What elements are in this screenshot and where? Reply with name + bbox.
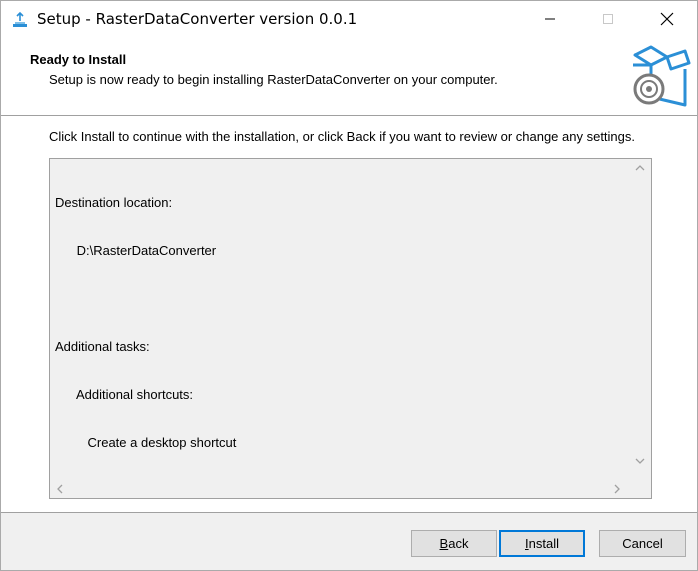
memo-line: Additional shortcuts: xyxy=(55,387,194,402)
page-subtitle: Setup is now ready to begin installing R… xyxy=(49,72,498,87)
minimize-button[interactable] xyxy=(527,1,573,39)
memo-line xyxy=(55,291,630,307)
cancel-label: Cancel xyxy=(622,536,663,551)
back-label: ack xyxy=(448,536,469,551)
scroll-down-icon[interactable] xyxy=(635,457,645,468)
back-accelerator: B xyxy=(439,536,449,551)
horizontal-scrollbar[interactable] xyxy=(50,479,630,498)
wizard-header: Ready to Install Setup is now ready to b… xyxy=(1,39,697,115)
instruction-text: Click Install to continue with the insta… xyxy=(49,129,636,144)
back-button[interactable]: Back xyxy=(411,530,497,557)
install-label: nstall xyxy=(528,536,559,551)
page-title: Ready to Install xyxy=(30,52,127,67)
wizard-footer: Back Install Cancel xyxy=(1,513,697,570)
scrollbar-corner xyxy=(630,479,651,498)
setup-window: Setup - RasterDataConverter version 0.0.… xyxy=(0,0,698,571)
title-bar[interactable]: Setup - RasterDataConverter version 0.0.… xyxy=(1,1,697,39)
minimize-icon xyxy=(544,13,556,28)
memo-line: D:\RasterDataConverter xyxy=(55,243,217,258)
wizard-body: Click Install to continue with the insta… xyxy=(1,116,697,512)
maximize-icon xyxy=(602,13,614,28)
maximize-button[interactable] xyxy=(585,1,631,39)
close-button[interactable] xyxy=(644,1,690,39)
close-icon xyxy=(660,12,674,29)
vertical-scrollbar[interactable] xyxy=(630,159,651,479)
window-title: Setup - RasterDataConverter version 0.0.… xyxy=(37,10,358,28)
memo-line: Additional tasks: xyxy=(55,339,150,354)
install-box-icon xyxy=(627,43,693,109)
scroll-up-icon[interactable] xyxy=(635,164,645,175)
memo-line: Create a desktop shortcut xyxy=(55,435,237,450)
install-button[interactable]: Install xyxy=(499,530,585,557)
cancel-button[interactable]: Cancel xyxy=(599,530,686,557)
scroll-left-icon[interactable] xyxy=(56,484,64,497)
scroll-right-icon[interactable] xyxy=(613,484,621,497)
memo-text: Destination location: D:\RasterDataConve… xyxy=(55,163,630,483)
memo-line: Destination location: xyxy=(55,195,173,210)
setup-icon xyxy=(11,11,29,29)
ready-memo[interactable]: Destination location: D:\RasterDataConve… xyxy=(49,158,652,499)
